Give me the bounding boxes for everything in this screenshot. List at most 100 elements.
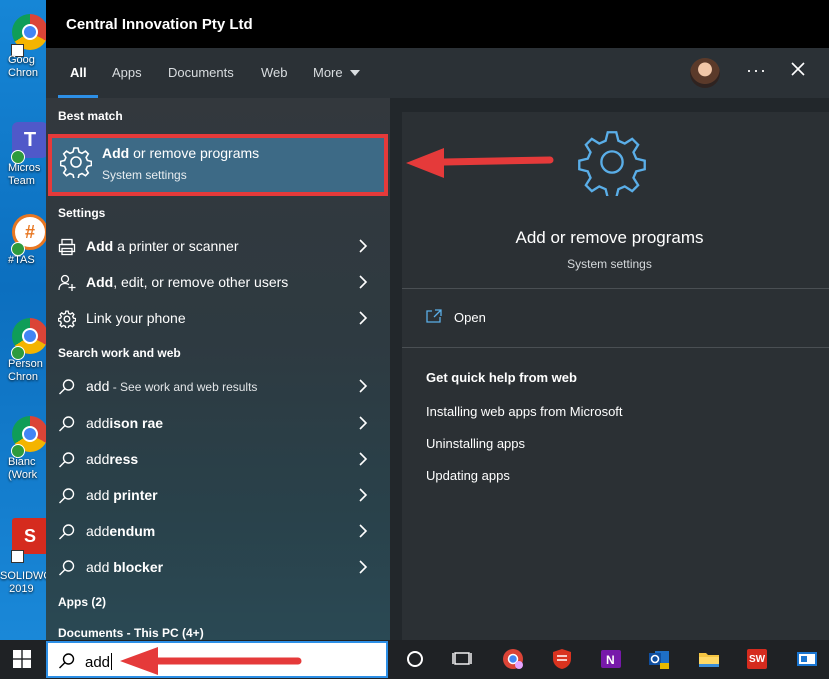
divider (402, 347, 829, 348)
desktop-icon-label: 2019 (9, 583, 34, 595)
best-match-result[interactable]: Add or remove programs System settings (48, 134, 388, 196)
onenote-icon[interactable]: N (600, 648, 622, 670)
chevron-right-icon[interactable] (358, 416, 368, 430)
file-explorer-icon[interactable] (698, 648, 720, 670)
chrome-profile-icon[interactable] (502, 648, 524, 670)
printer-icon (58, 238, 76, 256)
settings-result-link-phone[interactable]: Link your phone (46, 301, 390, 335)
organization-name: Central Innovation Pty Ltd (66, 16, 253, 33)
web-result-addendum[interactable]: addendum (46, 514, 390, 548)
gear-icon (578, 131, 646, 196)
result-text: add (86, 523, 110, 539)
result-bold-text: blocker (113, 559, 164, 575)
result-text: , edit, or remove other users (113, 274, 289, 290)
chevron-right-icon[interactable] (358, 560, 368, 574)
search-query-text: add (85, 654, 111, 671)
desktop-icon-label: (Work (8, 469, 38, 481)
more-options-icon[interactable]: ··· (746, 60, 767, 81)
desktop-strip: Goog Chron T Micros Team # #TAS Person Chro… (0, 0, 46, 640)
tab-apps[interactable]: Apps (112, 65, 142, 80)
search-icon (59, 488, 75, 504)
solidworks-taskbar-icon[interactable]: SW (746, 648, 768, 670)
result-text: a printer or scanner (113, 238, 239, 254)
desktop-icon-teams[interactable]: T Micros Team (0, 122, 46, 212)
desktop-icon-label: Micros (8, 162, 41, 174)
chevron-right-icon[interactable] (358, 311, 368, 325)
desktop-icon-solidworks[interactable]: S SOLIDWO 2019 (0, 518, 46, 608)
open-label: Open (454, 310, 486, 325)
web-result-addison-rae[interactable]: addison rae (46, 406, 390, 440)
result-bold-text: endum (109, 523, 156, 539)
settings-result-printer[interactable]: Add a printer or scanner (46, 229, 390, 263)
desktop-icon-label: Team (8, 175, 35, 187)
help-link-uninstalling-apps[interactable]: Uninstalling apps (426, 436, 525, 451)
close-icon[interactable] (791, 62, 805, 81)
web-result-add-blocker[interactable]: add blocker (46, 550, 390, 584)
remote-desktop-icon[interactable] (796, 648, 818, 670)
documents-heading[interactable]: Documents - This PC (4+) (58, 626, 204, 640)
search-results-panel: Best match Add or remove programs System… (46, 98, 390, 640)
desktop-icon-chrome[interactable]: Goog Chron (0, 14, 46, 104)
desktop-icon-label: Chron (8, 371, 38, 383)
result-subtext: - See work and web results (109, 380, 258, 394)
chevron-right-icon[interactable] (358, 524, 368, 538)
best-match-heading: Best match (58, 109, 123, 123)
search-icon (59, 653, 75, 669)
help-link-installing-web-apps[interactable]: Installing web apps from Microsoft (426, 404, 623, 419)
search-web-heading: Search work and web (58, 346, 181, 360)
open-window-icon (426, 309, 442, 323)
windows-start-icon[interactable] (13, 650, 31, 668)
tab-more-label: More (313, 65, 343, 80)
desktop-icon-bianca-work[interactable]: Bianc (Work (0, 416, 46, 506)
svg-text:N: N (606, 653, 615, 667)
desktop-icon-label: Person (8, 358, 43, 370)
detail-card: Add or remove programs System settings O… (402, 112, 829, 640)
chevron-right-icon[interactable] (358, 488, 368, 502)
result-bold-text: Add (86, 238, 114, 254)
desktop-icon-personal-chrome[interactable]: Person Chron (0, 318, 46, 408)
solidworks-icon: S (12, 518, 46, 554)
chevron-right-icon[interactable] (358, 239, 368, 253)
detail-title: Add or remove programs (515, 228, 704, 247)
settings-result-users[interactable]: Add, edit, or remove other users (46, 265, 390, 299)
chevron-right-icon[interactable] (358, 379, 368, 393)
help-link-updating-apps[interactable]: Updating apps (426, 468, 510, 483)
cortana-icon[interactable] (404, 648, 426, 670)
search-icon (59, 524, 75, 540)
caret-down-icon (350, 70, 361, 76)
web-result-address[interactable]: address (46, 442, 390, 476)
result-bold-text: printer (113, 487, 158, 503)
chevron-right-icon[interactable] (358, 452, 368, 466)
settings-heading: Settings (58, 206, 106, 220)
annotation-arrow-left (120, 647, 302, 675)
search-icon (59, 560, 75, 576)
user-avatar[interactable] (690, 58, 720, 88)
desktop-icon-tas[interactable]: # #TAS (0, 214, 46, 304)
chevron-right-icon[interactable] (358, 275, 368, 289)
highlight-box-annotation (48, 134, 388, 196)
tab-web[interactable]: Web (261, 65, 288, 80)
web-result-add-printer[interactable]: add printer (46, 478, 390, 512)
result-text: add (86, 415, 110, 431)
result-bold-text: ison rae (109, 415, 164, 431)
gear-icon (58, 310, 76, 328)
tab-documents[interactable]: Documents (168, 65, 234, 80)
open-action[interactable]: Open (426, 305, 626, 329)
search-tabs-bar: All Apps Documents Web More ··· (46, 48, 829, 98)
tab-more[interactable]: More (313, 65, 361, 80)
web-result-add[interactable]: add - See work and web results (46, 369, 390, 403)
search-query: add (85, 653, 113, 671)
result-text: Link your phone (86, 310, 186, 326)
result-text: add (86, 451, 110, 467)
search-header: Central Innovation Pty Ltd (46, 0, 829, 48)
task-view-icon[interactable] (451, 648, 473, 670)
tab-all[interactable]: All (70, 65, 87, 80)
text-caret (111, 653, 113, 670)
outlook-icon[interactable] (648, 648, 670, 670)
apps-heading[interactable]: Apps (2) (58, 595, 106, 609)
result-bold-text: ress (109, 451, 139, 467)
desktop-icon-label: Goog (8, 54, 35, 66)
user-add-icon (58, 274, 76, 291)
shortcut-arrow-icon (11, 550, 24, 563)
security-shield-icon[interactable] (551, 648, 573, 670)
